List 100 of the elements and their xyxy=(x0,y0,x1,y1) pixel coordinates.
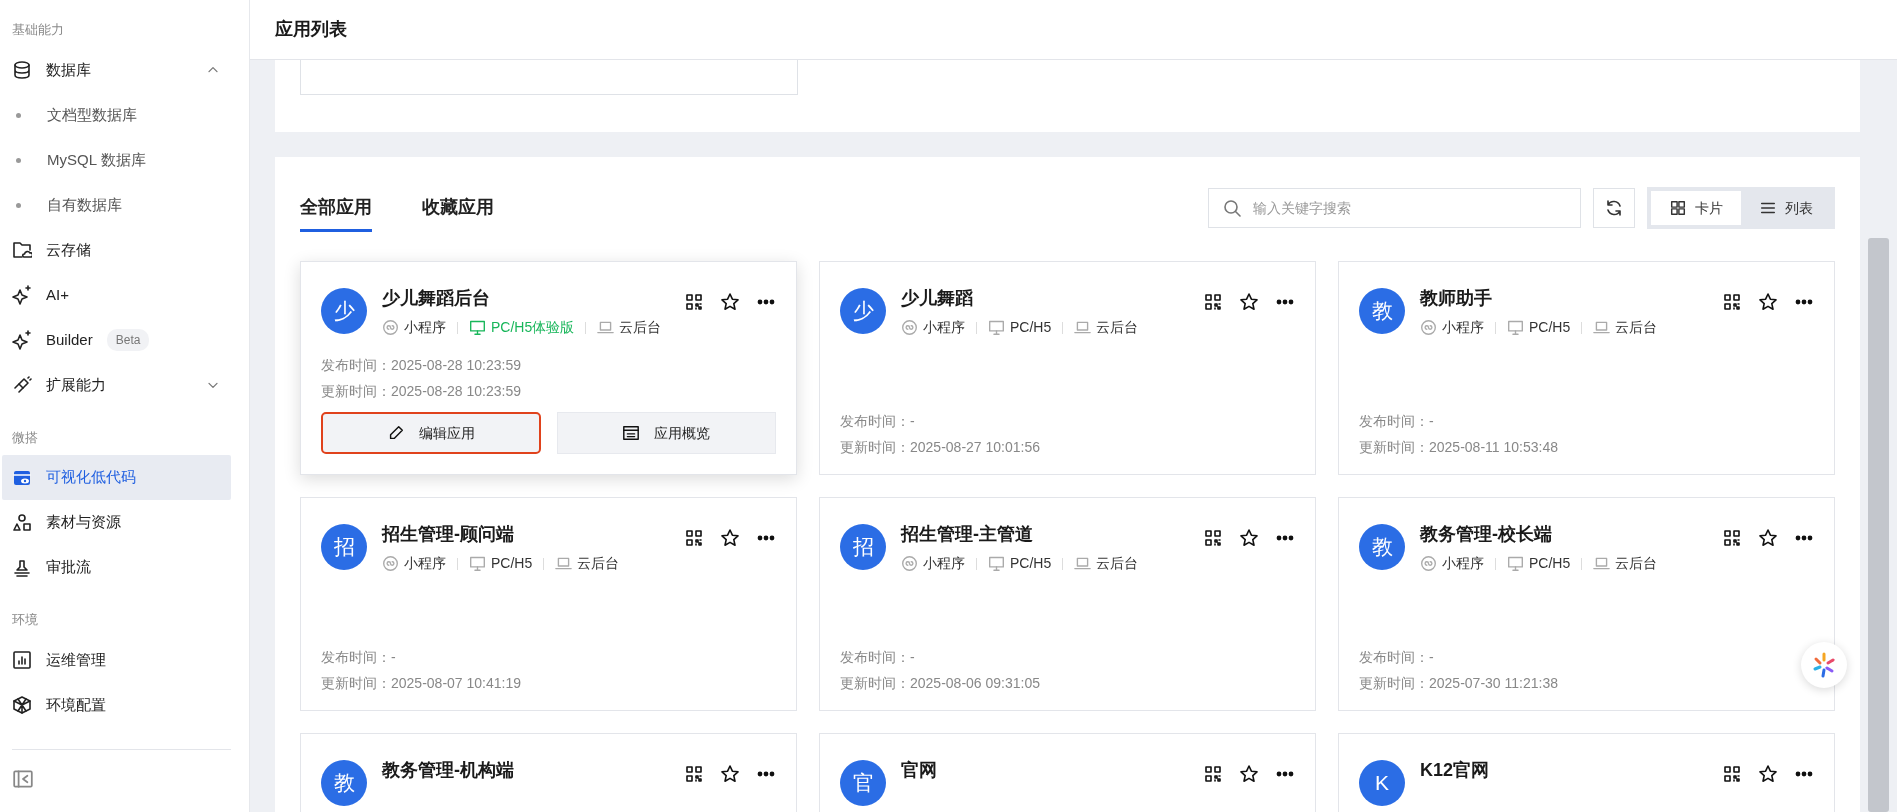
star-icon[interactable] xyxy=(1239,292,1259,312)
qr-code-icon[interactable] xyxy=(1203,764,1223,784)
qr-code-icon[interactable] xyxy=(684,292,704,312)
platform-tag: 云后台 xyxy=(1593,317,1658,339)
sidebar-item[interactable]: Builder Beta xyxy=(2,317,231,363)
platform-tag: 小程序 xyxy=(382,317,446,339)
view-option[interactable]: 卡片 xyxy=(1651,191,1741,225)
qr-code-icon[interactable] xyxy=(1722,528,1742,548)
time-text: 更新时间：2025-08-28 10:23:59 xyxy=(321,384,522,398)
app-avatar: 教 xyxy=(1359,524,1405,570)
platform-tag: PC/H5 xyxy=(1507,317,1571,339)
app-card[interactable]: 招 招生管理-主管道 小程序 PC/H5 云后台 发布时间：- 更新时间：2025-08-06 09:31:05 xyxy=(819,497,1316,711)
monitor-icon xyxy=(1507,555,1524,573)
chart-icon xyxy=(12,650,32,670)
sparkle-icon xyxy=(12,330,32,350)
sidebar-item[interactable]: AI+ xyxy=(2,272,231,318)
app-avatar: 官 xyxy=(840,760,886,806)
sidebar-item[interactable]: 扩展能力 xyxy=(2,362,231,408)
folder-cloud-icon xyxy=(12,240,32,260)
qr-code-icon[interactable] xyxy=(1722,292,1742,312)
sidebar-subitem[interactable]: 自有数据库 xyxy=(2,182,231,228)
time-text: 发布时间：- xyxy=(1359,414,1435,428)
view-option[interactable]: 列表 xyxy=(1741,191,1831,225)
tab[interactable]: 全部应用 xyxy=(300,184,372,232)
sidebar-item[interactable]: 可视化低代码 xyxy=(2,455,231,500)
section-title: 微搭 xyxy=(11,428,39,447)
platform-tag: 云后台 xyxy=(597,317,662,339)
monitor-icon xyxy=(988,555,1005,573)
app-card[interactable]: 少 少儿舞蹈 小程序 PC/H5 云后台 发布时间：- 更新时间：2025-08-27 10:01:56 xyxy=(819,261,1316,475)
app-name: 招生管理-主管道 xyxy=(901,523,1034,546)
shapes-icon xyxy=(12,512,32,533)
sidebar-subitem[interactable]: 文档型数据库 xyxy=(2,92,231,138)
app-name: 少儿舞蹈后台 xyxy=(382,287,491,310)
platform-tag: 云后台 xyxy=(1074,317,1139,339)
star-icon[interactable] xyxy=(720,292,740,312)
app-card[interactable]: 教 教师助手 小程序 PC/H5 云后台 发布时间：- 更新时间：2025-08-11 10:53:48 xyxy=(1338,261,1835,475)
platform-tag: PC/H5 xyxy=(469,553,533,575)
mini-program-icon xyxy=(1420,319,1437,337)
app-avatar: 少 xyxy=(840,288,886,334)
time-text: 更新时间：2025-08-06 09:31:05 xyxy=(840,676,1041,690)
platform-tag: 小程序 xyxy=(1420,317,1484,339)
time-text: 更新时间：2025-08-07 10:41:19 xyxy=(321,676,522,690)
app-avatar: K xyxy=(1359,760,1405,806)
app-card[interactable]: 招 招生管理-顾问端 小程序 PC/H5 云后台 发布时间：- 更新时间：2025-08-07 10:41:19 xyxy=(300,497,797,711)
qr-code-icon[interactable] xyxy=(684,528,704,548)
app-card[interactable]: K K12官网 xyxy=(1338,733,1835,812)
app-name: 少儿舞蹈 xyxy=(901,287,974,310)
search-field[interactable]: 输入关键字搜索 xyxy=(1208,188,1581,228)
time-text: 更新时间：2025-08-11 10:53:48 xyxy=(1359,440,1559,454)
edit-app-button[interactable]: 编辑应用 xyxy=(321,412,541,454)
star-icon[interactable] xyxy=(1239,528,1259,548)
star-icon[interactable] xyxy=(720,764,740,784)
monitor-icon xyxy=(1507,319,1524,337)
star-icon[interactable] xyxy=(1758,292,1778,312)
app-card[interactable]: 官 官网 xyxy=(819,733,1316,812)
platform-tag: 云后台 xyxy=(1074,553,1139,575)
star-icon[interactable] xyxy=(1239,764,1259,784)
app-name: 官网 xyxy=(901,759,937,782)
sidebar-item[interactable]: 审批流 xyxy=(2,545,231,590)
sidebar-item[interactable]: 环境配置 xyxy=(2,682,231,728)
time-text: 发布时间：- xyxy=(1359,650,1435,664)
star-icon[interactable] xyxy=(720,528,740,548)
platform-tag: 小程序 xyxy=(901,553,965,575)
star-icon[interactable] xyxy=(1758,764,1778,784)
mini-program-icon xyxy=(382,319,399,337)
time-text: 更新时间：2025-08-27 10:01:56 xyxy=(840,440,1041,454)
platform-tag: PC/H5 xyxy=(988,317,1052,339)
platform-tag: 云后台 xyxy=(555,553,620,575)
tab[interactable]: 收藏应用 xyxy=(422,184,494,232)
app-name: 教师助手 xyxy=(1420,287,1493,310)
qr-code-icon[interactable] xyxy=(1203,292,1223,312)
qr-code-icon[interactable] xyxy=(1203,528,1223,548)
window-icon xyxy=(622,424,641,442)
colorful-logo-icon xyxy=(1811,652,1837,678)
sidebar-subitem[interactable]: MySQL 数据库 xyxy=(2,137,231,183)
sidebar-item[interactable]: 数据库 xyxy=(2,47,231,93)
overview-button[interactable]: 应用概览 xyxy=(556,412,776,454)
mini-program-icon xyxy=(1420,555,1437,573)
app-card[interactable]: 教 教务管理-机构端 xyxy=(300,733,797,812)
mini-program-icon xyxy=(901,319,918,337)
star-icon[interactable] xyxy=(1758,528,1778,548)
sidebar-item[interactable]: 运维管理 xyxy=(2,637,231,683)
monitor-icon xyxy=(988,319,1005,337)
app-card[interactable]: 教 教务管理-校长端 小程序 PC/H5 云后台 发布时间：- 更新时间：2025-07-30 11:21:38 xyxy=(1338,497,1835,711)
qr-code-icon[interactable] xyxy=(1722,764,1742,784)
sidebar-item[interactable]: 云存储 xyxy=(2,227,231,273)
sparkle-icon xyxy=(12,285,32,305)
monitor-icon xyxy=(469,319,486,337)
app-avatar: 招 xyxy=(840,524,886,570)
sidebar-item[interactable]: 素材与资源 xyxy=(2,500,231,545)
section-title: 基础能力 xyxy=(11,21,65,39)
qr-code-icon[interactable] xyxy=(684,764,704,784)
refresh-icon xyxy=(1604,198,1624,218)
platform-tag: 云后台 xyxy=(1593,553,1658,575)
collapse-sidebar-icon xyxy=(12,768,34,790)
app-name: K12官网 xyxy=(1420,759,1490,782)
refresh-button[interactable] xyxy=(1593,188,1635,228)
app-card[interactable]: 少 少儿舞蹈后台 小程序 PC/H5体验版 云后台 发布时间：2025-08-28 10:23:59 更新时间：2025-08-28 10:23:59 编辑应用 应用概览 xyxy=(300,261,797,475)
app-avatar: 少 xyxy=(321,288,367,334)
platform-tag: 小程序 xyxy=(901,317,965,339)
